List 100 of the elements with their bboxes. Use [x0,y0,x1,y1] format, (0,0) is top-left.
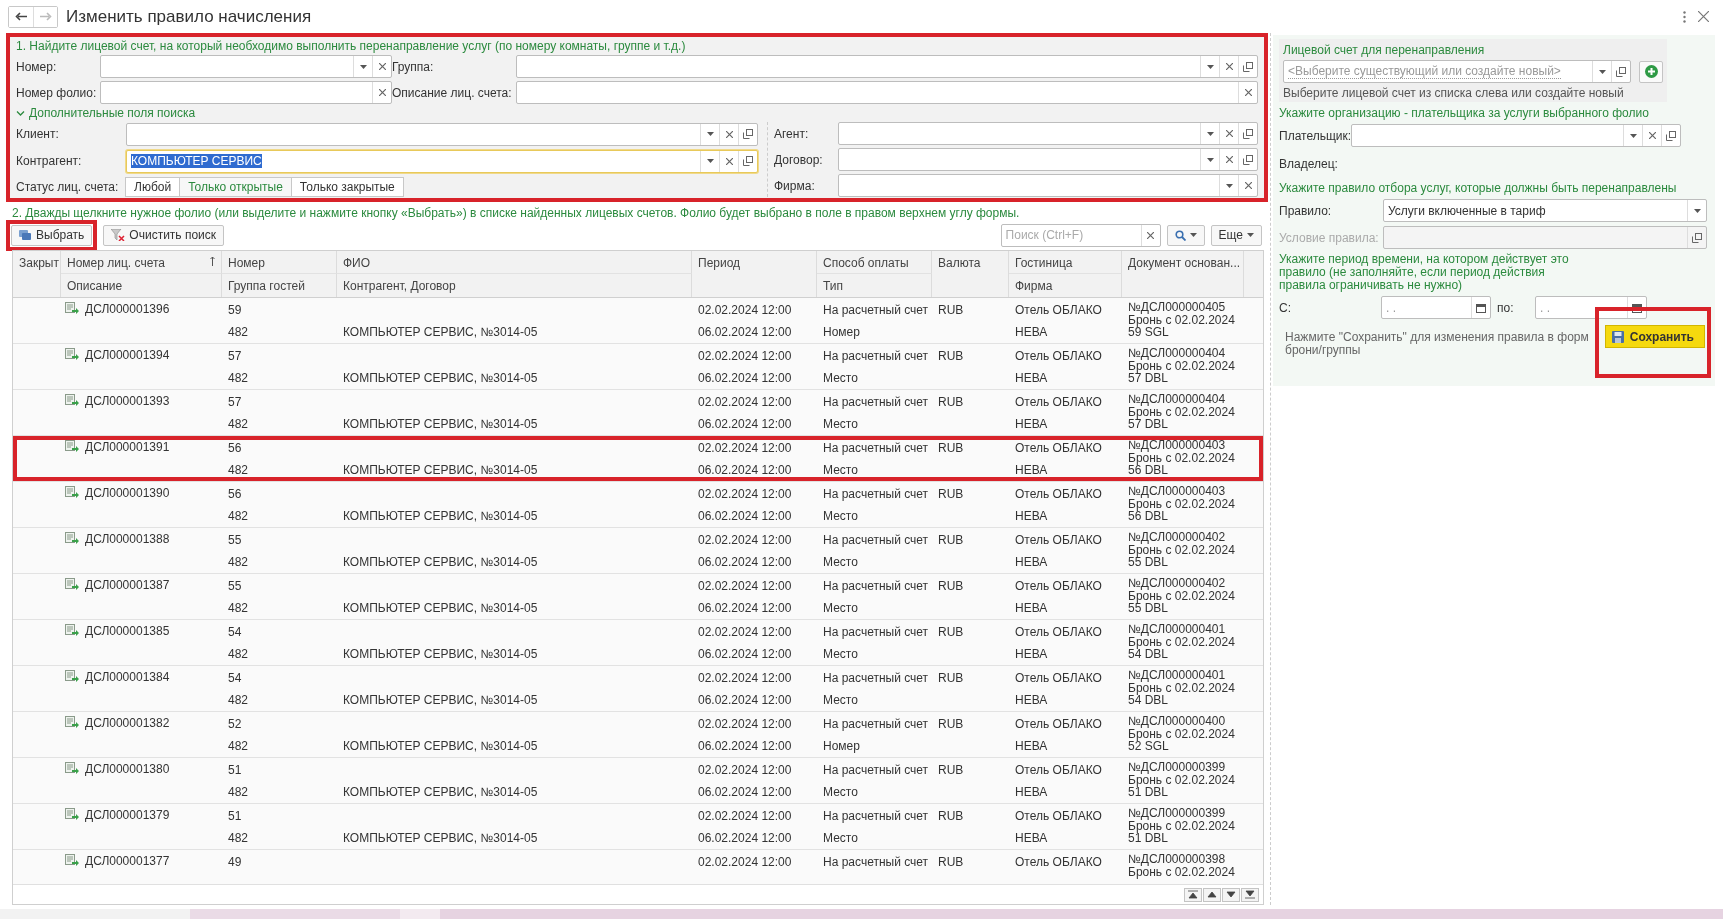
scroll-bottom-button[interactable] [1241,887,1259,902]
table-row[interactable]: ДСЛ000001391 56 482 КОМПЬЮТЕР СЕРВИС, №3014-05 02.02.2024 12:00 06.02.2024 12:00 На расчетный счет Место RUB Отель ОБЛАКО НЕВА №ДСЛ000000403 Бронь с 02.02.2024 56 DBL [13,436,1263,482]
input-field[interactable] [516,81,1258,104]
scroll-up-button[interactable] [1203,887,1221,902]
table-row[interactable]: ДСЛ000001388 55 482 КОМПЬЮТЕР СЕРВИС, №3014-05 02.02.2024 12:00 06.02.2024 12:00 На расчетный счет Место RUB Отель ОБЛАКО НЕВА №ДСЛ000000402 Бронь с 02.02.2024 55 DBL [13,528,1263,574]
table-cell-text: Отель ОБЛАКО [1014,578,1103,595]
table-cell-text: На расчетный счет [822,716,930,733]
field-label: С: [1279,300,1292,315]
table-cell-text: Место [822,692,859,709]
table-row[interactable]: ДСЛ000001380 51 482 КОМПЬЮТЕР СЕРВИС, №3014-05 02.02.2024 12:00 06.02.2024 12:00 На расчетный счет Место RUB Отель ОБЛАКО НЕВА №ДСЛ000000399 Бронь с 02.02.2024 51 DBL [13,758,1263,804]
column-header[interactable]: Валюта [932,251,1009,297]
input-field[interactable] [100,81,392,104]
close-icon [378,89,386,96]
section-heading: Укажите период времени, на котором действует это правило (не заполняйте, если период действия правила ограничивать не нужно) [1279,253,1570,292]
table-cell-text: 51 [227,762,243,779]
status-filter-tab[interactable]: Только закрытые [290,176,404,197]
open-window-icon [1243,61,1253,72]
input-field[interactable] [516,55,1258,78]
table-cell-text: Отель ОБЛАКО [1014,440,1103,457]
table-row[interactable]: ДСЛ000001385 54 482 КОМПЬЮТЕР СЕРВИС, №3014-05 02.02.2024 12:00 06.02.2024 12:00 На расчетный счет Место RUB Отель ОБЛАКО НЕВА №ДСЛ000000401 Бронь с 02.02.2024 54 DBL [13,620,1263,666]
table-row[interactable]: ДСЛ000001390 56 482 КОМПЬЮТЕР СЕРВИС, №3014-05 02.02.2024 12:00 06.02.2024 12:00 На расчетный счет Место RUB Отель ОБЛАКО НЕВА №ДСЛ000000403 Бронь с 02.02.2024 56 DBL [13,482,1263,528]
table-row[interactable]: ДСЛ000001387 55 482 КОМПЬЮТЕР СЕРВИС, №3014-05 02.02.2024 12:00 06.02.2024 12:00 На расчетный счет Место RUB Отель ОБЛАКО НЕВА №ДСЛ000000402 Бронь с 02.02.2024 55 DBL [13,574,1263,620]
table-row[interactable]: ДСЛ000001393 57 482 КОМПЬЮТЕР СЕРВИС, №3014-05 02.02.2024 12:00 06.02.2024 12:00 На расчетный счет Место RUB Отель ОБЛАКО НЕВА №ДСЛ000000404 Бронь с 02.02.2024 57 DBL [13,390,1263,436]
payer-field[interactable] [1351,124,1681,147]
more-fields-toggle[interactable]: Дополнительные поля поиска [16,106,1258,120]
table-cell-text: 02.02.2024 12:00 [697,854,793,871]
table-row[interactable]: ДСЛ000001377 49 02.02.2024 12:00 На расчетный счет RUB Отель ОБЛАКО №ДСЛ000000398 Бронь с 02.02.2024 [13,850,1263,884]
input-field[interactable] [838,174,1258,197]
table-cell-text: RUB [937,624,965,641]
dropdown-icon [1693,208,1701,213]
table-cell-text: 06.02.2024 12:00 [697,508,793,525]
table-cell-text: Номер [822,324,861,341]
table-cell-text: RUB [937,578,965,595]
table-cell-text: №ДСЛ000000399 Бронь с 02.02.2024 51 DBL [1127,759,1236,801]
table-row[interactable]: ДСЛ000001396 59 482 КОМПЬЮТЕР СЕРВИС, №3014-05 02.02.2024 12:00 06.02.2024 12:00 На расчетный счет Номер RUB Отель ОБЛАКО НЕВА №ДСЛ000000405 Бронь с 02.02.2024 59 SGL [13,298,1263,344]
table-row[interactable]: ДСЛ000001394 57 482 КОМПЬЮТЕР СЕРВИС, №3014-05 02.02.2024 12:00 06.02.2024 12:00 На расчетный счет Место RUB Отель ОБЛАКО НЕВА №ДСЛ000000404 Бронь с 02.02.2024 57 DBL [13,344,1263,390]
more-actions-button[interactable]: Еще [1210,224,1262,246]
document-arrow-icon [65,624,79,636]
table-cell-text: КОМПЬЮТЕР СЕРВИС, №3014-05 [342,370,539,387]
close-icon [1225,130,1233,137]
table-cell-text: 482 [227,324,250,341]
column-header[interactable]: Группа гостей [222,274,337,297]
clear-search-button[interactable]: Очистить поиск [103,224,225,246]
instruction-text: 2. Дважды щелкните нужное фолио (или выделите и нажмите кнопку «Выбрать») в списке найденных лицевых счетов. Фолио будет выбрано в поле в правом верхнем углу формы. [11,205,1021,222]
status-filter-tab[interactable]: Только открытые [179,176,292,197]
section-heading: Укажите организацию - плательщика за услуги выбранного фолио [1279,106,1650,120]
status-filter-tab[interactable]: Любой [125,176,181,197]
table-cell-text: Отель ОБЛАКО [1014,532,1103,549]
table-cell-text: №ДСЛ000000399 Бронь с 02.02.2024 51 DBL [1127,805,1236,847]
input-field[interactable] [126,122,758,146]
table-cell-text: Отель ОБЛАКО [1014,854,1103,871]
column-header[interactable]: Номер лиц. счета [61,251,222,274]
document-arrow-icon [65,486,79,498]
table-cell-text: НЕВА [1014,738,1049,755]
table-cell-text: №ДСЛ000000401 Бронь с 02.02.2024 54 DBL [1127,667,1236,709]
column-header[interactable]: Гостиница [1009,251,1122,274]
scroll-top-button[interactable] [1184,887,1202,902]
close-button[interactable] [1696,9,1711,24]
close-icon [1244,89,1252,96]
more-button[interactable] [1681,8,1688,25]
rule-select[interactable]: Услуги включенные в тариф [1383,199,1707,222]
column-header[interactable]: Закрыт [13,251,61,297]
column-header[interactable]: Фирма [1009,274,1122,297]
table-cell-text: 06.02.2024 12:00 [697,416,793,433]
table-cell-text: КОМПЬЮТЕР СЕРВИС, №3014-05 [342,508,539,525]
table-cell-text: 02.02.2024 12:00 [697,532,793,549]
table-cell: ДСЛ000001384 [85,670,170,684]
search-icon [1174,229,1186,241]
table-row[interactable]: ДСЛ000001382 52 482 КОМПЬЮТЕР СЕРВИС, №3014-05 02.02.2024 12:00 06.02.2024 12:00 На расчетный счет Номер RUB Отель ОБЛАКО НЕВА №ДСЛ000000400 Бронь с 02.02.2024 52 SGL [13,712,1263,758]
table-row[interactable]: ДСЛ000001384 54 482 КОМПЬЮТЕР СЕРВИС, №3014-05 02.02.2024 12:00 06.02.2024 12:00 На расчетный счет Место RUB Отель ОБЛАКО НЕВА №ДСЛ000000401 Бронь с 02.02.2024 54 DBL [13,666,1263,712]
input-field[interactable] [838,122,1258,145]
save-button[interactable]: Сохранить [1604,325,1705,348]
table-cell-text: Место [822,462,859,479]
table-cell-text: 59 [227,302,243,319]
table-cell-text: 52 [227,716,243,733]
input-field[interactable]: КОМПЬЮТЕР СЕРВИС [126,149,758,173]
table-cell: ДСЛ000001388 [85,532,170,546]
dropdown-icon [1225,183,1233,188]
column-header[interactable]: Тип [817,274,932,297]
table-cell-text: Место [822,830,859,847]
table-cell: ДСЛ000001379 [85,808,170,822]
dropdown-icon [1206,64,1214,69]
table-cell-text: КОМПЬЮТЕР СЕРВИС, №3014-05 [342,692,539,709]
column-header[interactable]: Описание [61,274,222,297]
column-header[interactable]: Период [692,251,817,297]
scroll-down-button[interactable] [1222,887,1240,902]
create-button[interactable] [1639,60,1663,83]
column-header[interactable]: ФИО [337,251,692,274]
field-label: по: [1497,300,1515,315]
table-cell-text: 02.02.2024 12:00 [697,486,793,503]
column-header[interactable]: Способ оплаты [817,251,932,274]
column-header[interactable]: Номер [222,251,337,274]
column-header[interactable]: Документ основан... [1122,251,1244,297]
table-cell-text: 55 [227,532,243,549]
select-button[interactable]: Выбрать [11,224,93,246]
table-row[interactable]: ДСЛ000001379 51 482 КОМПЬЮТЕР СЕРВИС, №3014-05 02.02.2024 12:00 06.02.2024 12:00 На расчетный счет Место RUB Отель ОБЛАКО НЕВА №ДСЛ000000399 Бронь с 02.02.2024 51 DBL [13,804,1263,850]
search-button[interactable] [1166,224,1205,246]
input-field[interactable] [838,148,1258,171]
input-field[interactable] [100,55,392,78]
column-header[interactable]: Контрагент, Договор [337,274,692,297]
